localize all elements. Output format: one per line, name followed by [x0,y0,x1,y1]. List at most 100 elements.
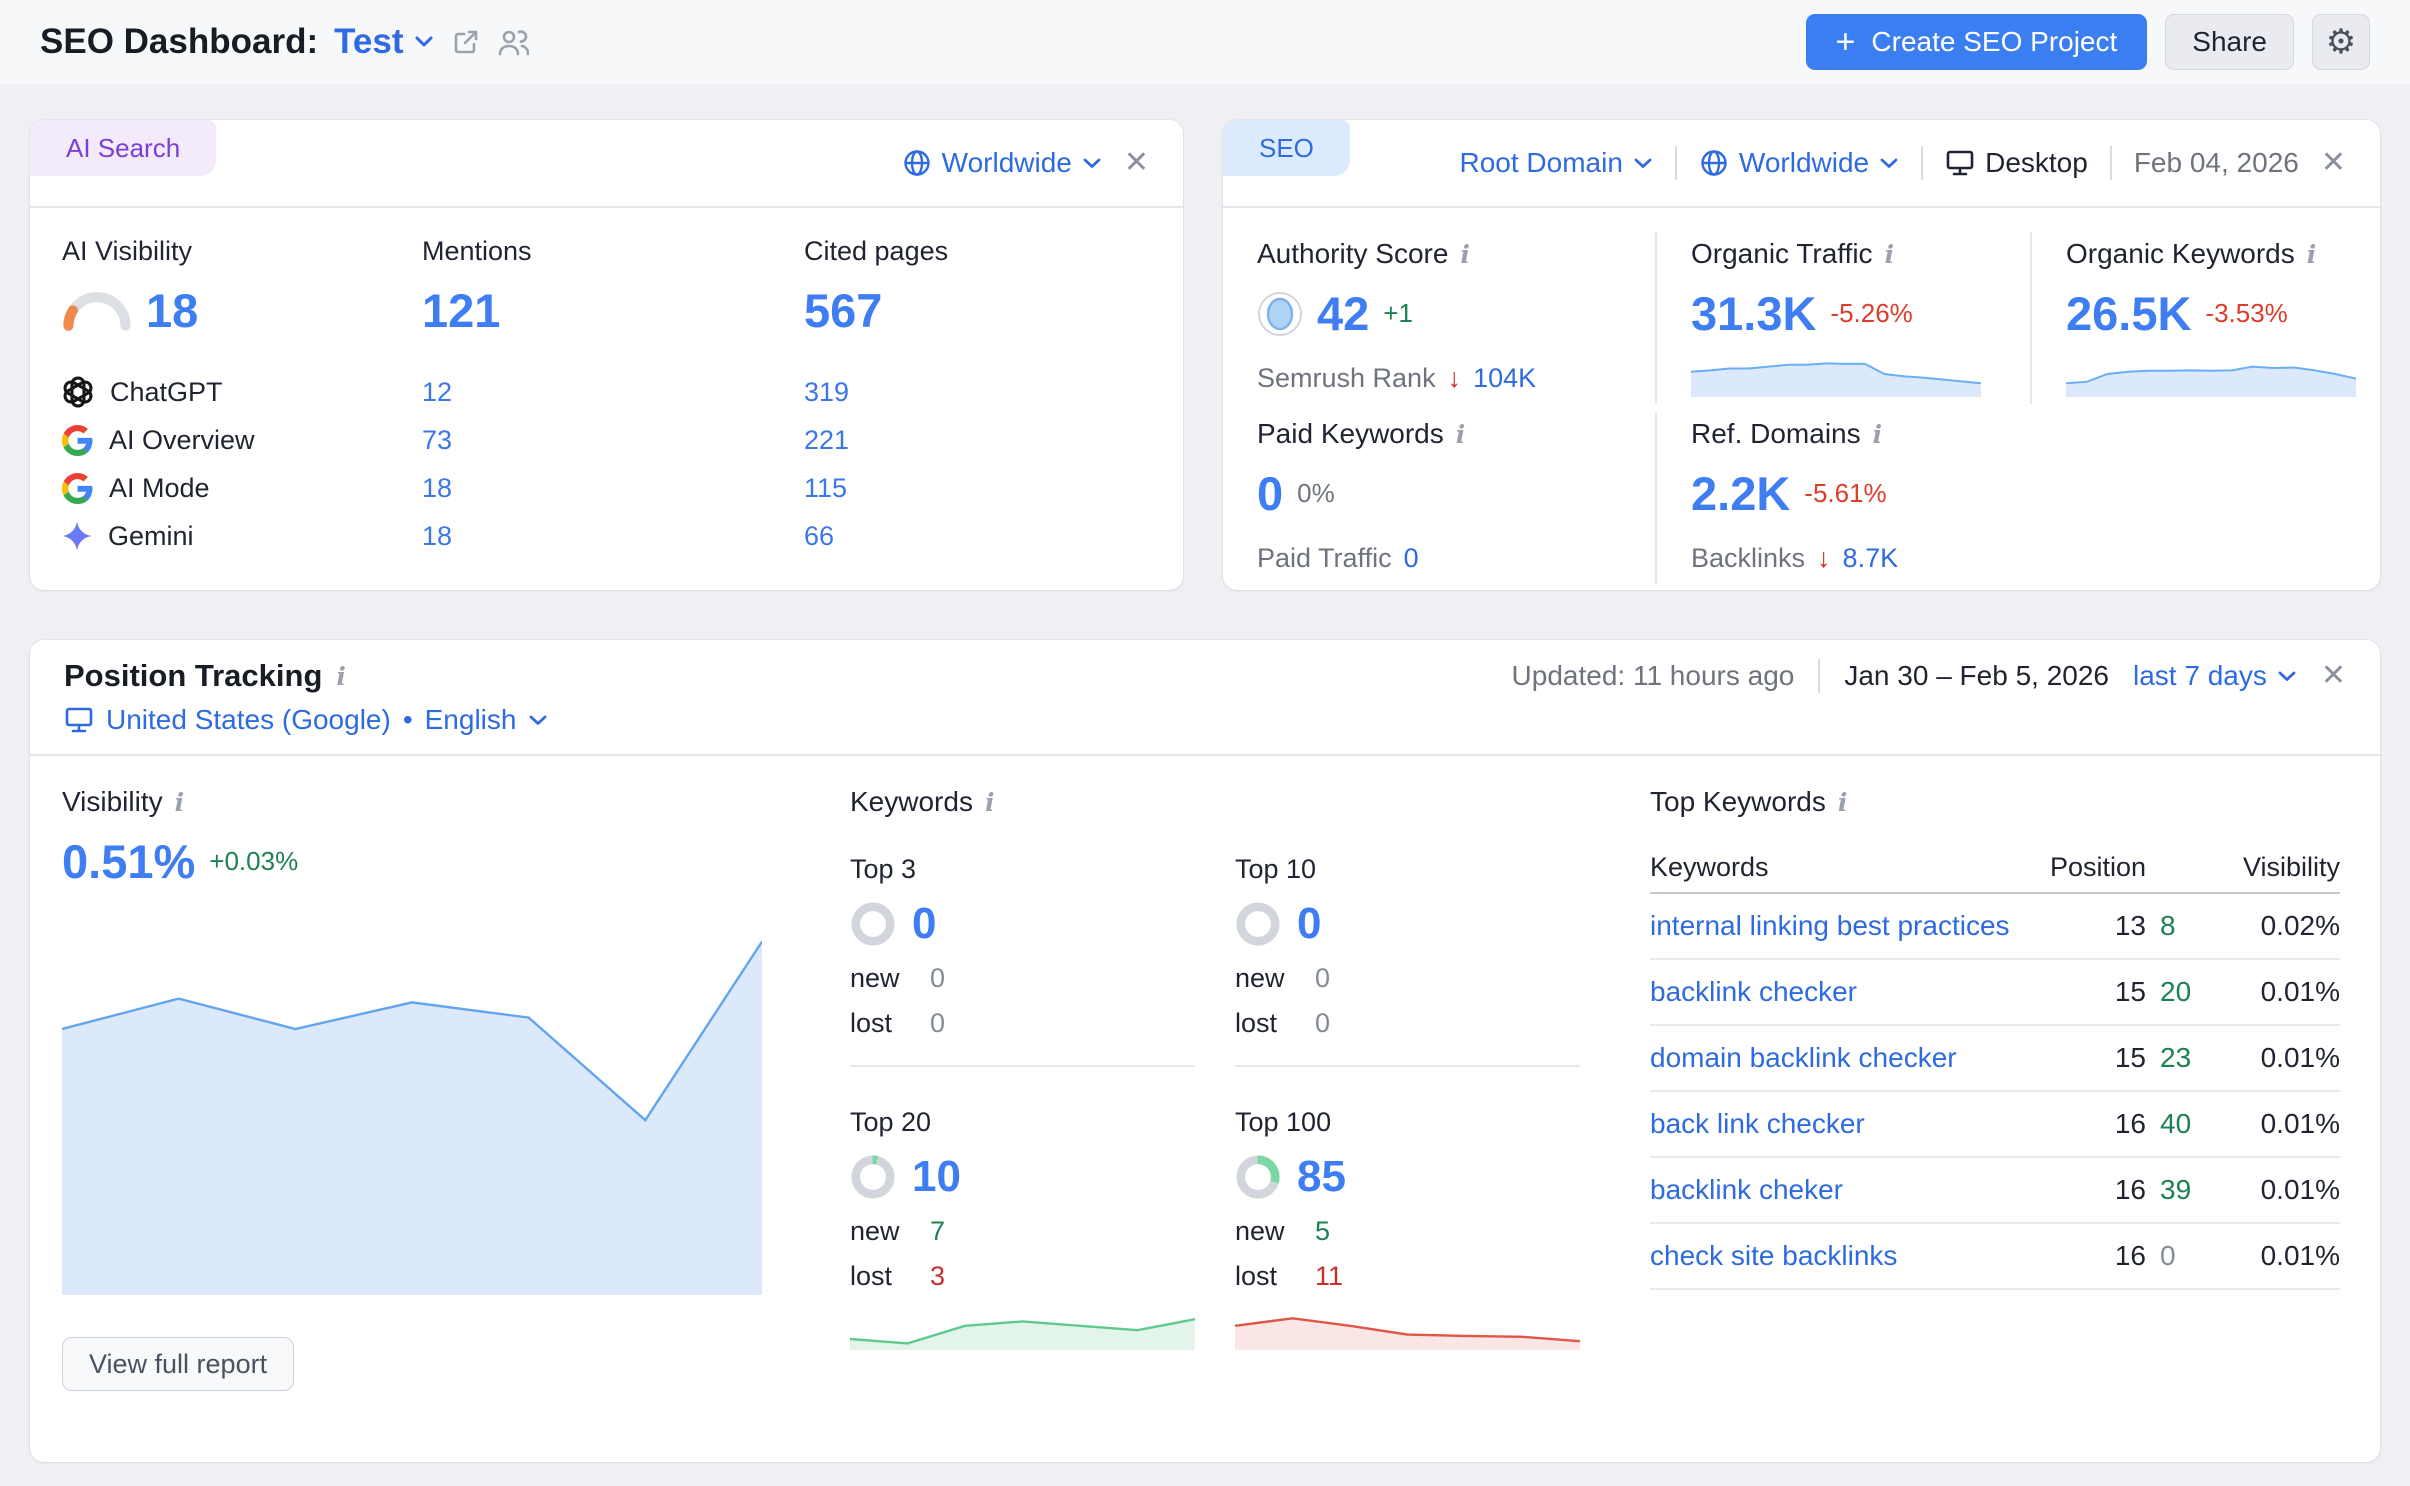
gemini-mentions[interactable]: 18 [422,512,804,560]
info-icon[interactable]: i [1885,240,1895,269]
info-icon[interactable]: i [1456,420,1466,449]
engine-row-ai-mode: AI Mode [62,464,422,512]
scope-dropdown[interactable]: Root Domain [1460,147,1653,179]
table-row: check site backlinks 16 0 0.01% [1650,1224,2340,1290]
keyword-link[interactable]: check site backlinks [1650,1240,2036,1272]
keyword-link[interactable]: domain backlink checker [1650,1042,2036,1074]
ai-region-dropdown[interactable]: Worldwide [902,147,1102,179]
google-icon [62,473,93,504]
chevron-down-icon [413,35,435,49]
gemini-cited[interactable]: 66 [804,512,1143,560]
gear-icon: ⚙ [2326,22,2356,62]
info-icon[interactable]: i [175,788,185,817]
plus-icon: + [1836,25,1856,59]
organic-traffic-block: Organic Traffici 31.3K -5.26% [1655,232,2030,404]
authority-score-icon [1257,291,1303,337]
view-full-report-button[interactable]: View full report [62,1337,294,1391]
top-keywords-section: Top Keywordsi Keywords Position Visibili… [1650,786,2340,1391]
chatgpt-cited[interactable]: 319 [804,368,1143,416]
desktop-icon [64,706,94,734]
ref-domains-value: 2.2K [1691,466,1790,521]
tab-seo[interactable]: SEO [1223,120,1350,176]
ai-overview-mentions[interactable]: 73 [422,416,804,464]
cited-pages-value: 567 [804,283,882,338]
organic-keywords-delta: -3.53% [2205,298,2287,329]
external-link-icon[interactable] [451,27,481,57]
divider [1235,1065,1580,1067]
info-icon[interactable]: i [1838,788,1848,817]
paid-keywords-value: 0 [1257,466,1283,521]
organic-keywords-block: Organic Keywordsi 26.5K -3.53% [2030,232,2356,404]
info-icon[interactable]: i [336,662,346,691]
visibility-section: Visibilityi 0.51% +0.03% View full repor… [62,786,762,1391]
close-icon[interactable]: ✕ [2321,661,2346,691]
bucket-top-100: Top 100 85 new5 lost11 [1235,1107,1580,1350]
top100-lost: 11 [1315,1261,1343,1292]
organic-traffic-sparkline [1691,351,1981,397]
keyword-link[interactable]: backlink checker [1650,976,2036,1008]
top10-count: 0 [1297,899,1321,949]
keyword-link[interactable]: internal linking best practices [1650,910,2036,942]
ai-mode-cited[interactable]: 115 [804,464,1143,512]
organic-traffic-value: 31.3K [1691,286,1816,341]
desktop-icon [1945,149,1975,177]
table-row: backlink cheker 16 39 0.01% [1650,1158,2340,1224]
top20-lost: 3 [930,1261,945,1292]
visibility-value: 0.51% [62,834,195,889]
info-icon[interactable]: i [2307,240,2317,269]
position-tracking-title: Position Tracking i [64,658,346,694]
paid-traffic-value[interactable]: 0 [1404,543,1419,574]
top-bar: SEO Dashboard: Test + Create SEO Project… [0,0,2410,84]
keyword-link[interactable]: backlink cheker [1650,1174,2036,1206]
seo-card: SEO Root Domain Worldwide [1223,120,2380,590]
top20-count: 10 [912,1152,961,1202]
keywords-section: Keywordsi Top 3 0 new0 lost0 Top 10 [850,786,1580,1391]
donut-icon [850,1154,896,1200]
table-header: Keywords Position Visibility [1650,842,2340,894]
info-icon[interactable]: i [1873,420,1883,449]
top10-lost: 0 [1315,1008,1330,1039]
ai-visibility-value: 18 [146,283,198,338]
device-selector[interactable]: Desktop [1945,147,2088,179]
top100-count: 85 [1297,1152,1346,1202]
ai-mode-mentions[interactable]: 18 [422,464,804,512]
ai-search-card: AI Search Worldwide ✕ AI Visibility Ment… [30,120,1183,590]
seo-region-dropdown[interactable]: Worldwide [1699,147,1899,179]
tab-ai-search[interactable]: AI Search [30,120,216,176]
campaign-selector[interactable]: United States (Google) • English [64,704,2346,736]
table-row: domain backlink checker 15 23 0.01% [1650,1026,2340,1092]
cited-pages-label: Cited pages [804,236,1143,283]
organic-traffic-delta: -5.26% [1830,298,1912,329]
info-icon[interactable]: i [1460,240,1470,269]
project-selector[interactable]: Test [334,22,435,62]
bullet-separator: • [403,704,413,736]
ref-domains-block: Ref. Domainsi 2.2K -5.61% Backlinks ↓ 8.… [1655,412,2344,584]
divider [1818,659,1820,693]
ai-overview-cited[interactable]: 221 [804,416,1143,464]
keyword-link[interactable]: back link checker [1650,1108,2036,1140]
authority-score-delta: +1 [1383,298,1413,329]
info-icon[interactable]: i [985,788,995,817]
date-range: Jan 30 – Feb 5, 2026 [1844,660,2109,692]
close-icon[interactable]: ✕ [2321,148,2346,178]
backlinks-value[interactable]: 8.7K [1843,543,1899,574]
gemini-icon [62,521,92,551]
chevron-down-icon [1633,157,1653,170]
close-icon[interactable]: ✕ [1124,148,1149,178]
period-dropdown[interactable]: last 7 days [2133,660,2297,692]
create-seo-project-button[interactable]: + Create SEO Project [1806,14,2148,70]
semrush-rank-value[interactable]: 104K [1473,363,1536,394]
settings-button[interactable]: ⚙ [2312,14,2370,70]
date-label: Feb 04, 2026 [2134,147,2299,179]
engine-row-chatgpt: ChatGPT [62,368,422,416]
divider [2110,146,2112,180]
users-icon[interactable] [497,27,529,57]
share-button[interactable]: Share [2165,14,2294,70]
top100-trend-sparkline [1235,1306,1580,1350]
top3-new: 0 [930,963,945,994]
position-tracking-card: Position Tracking i Updated: 11 hours ag… [30,640,2380,1462]
divider [1675,146,1677,180]
top3-count: 0 [912,899,936,949]
arrow-down-icon: ↓ [1817,543,1831,574]
chatgpt-mentions[interactable]: 12 [422,368,804,416]
